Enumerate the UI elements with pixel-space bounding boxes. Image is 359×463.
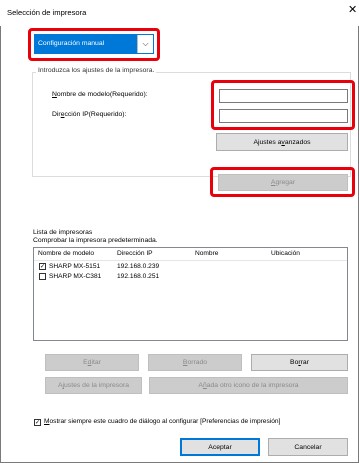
mode-select-value: Configuración manual <box>38 40 105 47</box>
ip-address-field[interactable] <box>219 109 348 123</box>
column-header-location[interactable]: Ubicación <box>271 250 300 257</box>
column-header-name[interactable]: Nombre <box>195 250 218 257</box>
row-ip: 192.168.0.239 <box>117 263 160 270</box>
settings-group-legend: Introduzca los ajustes de la impresora. <box>36 67 157 74</box>
advanced-settings-button[interactable]: Ajustes a v anzados <box>216 133 348 151</box>
row-model: SHARP MX-5151 <box>49 263 101 270</box>
row-checkbox[interactable]: ✓ <box>39 263 46 270</box>
always-show-label-rest: ostrar siempre este cuadro de diálogo al… <box>49 418 281 425</box>
close-icon[interactable]: ✕ <box>348 5 357 16</box>
row-model: SHARP MX-C381 <box>49 273 102 280</box>
printer-list-subtitle: Comprobar la impresora predeterminada. <box>33 237 158 244</box>
remove-button[interactable]: Bo r rar <box>251 354 348 371</box>
delete-button[interactable]: Borrado <box>148 354 242 371</box>
model-label-rest: ombre de modelo(Requerido): <box>56 91 148 98</box>
chevron-down-icon[interactable]: ⌵ <box>137 35 153 53</box>
column-header-ip[interactable]: Dirección IP <box>117 250 153 257</box>
model-name-label: Nombre de modelo(Requerido): <box>52 91 148 98</box>
remove-label-pre: Bo <box>290 359 299 366</box>
printer-settings-label-post: ustes de la impresora <box>64 382 130 389</box>
add-printer-icon-button[interactable]: Añ ada otro icono de la impresora <box>149 377 348 394</box>
add-label-rest: gregar <box>275 179 296 186</box>
printer-settings-button[interactable]: Aj ustes de la impresora <box>45 377 142 394</box>
accept-button[interactable]: Aceptar <box>180 438 260 456</box>
printer-list-title: Lista de impresoras <box>33 229 93 236</box>
row-ip: 192.168.0.251 <box>117 273 160 280</box>
delete-label-post: orrado <box>187 359 208 366</box>
column-header-model[interactable]: Nombre de modelo <box>38 250 94 257</box>
table-row[interactable]: ✓ SHARP MX-5151 192.168.0.239 <box>34 262 347 272</box>
advanced-label-pre: Ajustes a <box>253 138 282 146</box>
edit-button[interactable]: Ed itar <box>45 354 139 371</box>
window-title: Selección de impresora <box>7 8 87 17</box>
row-checkbox[interactable] <box>39 273 46 280</box>
advanced-label-post: anzados <box>284 138 311 146</box>
table-row[interactable]: SHARP MX-C381 192.168.0.251 <box>34 272 347 282</box>
cancel-button[interactable]: Cancelar <box>268 438 348 456</box>
remove-label-post: rar <box>300 359 309 366</box>
add-icon-label-post: ada otro icono de la impresora <box>206 382 299 389</box>
always-show-checkbox[interactable]: ✓ <box>34 419 41 426</box>
always-show-label[interactable]: Mostrar siempre este cuadro de diálogo a… <box>44 418 280 425</box>
add-button[interactable]: Agregar <box>218 174 348 191</box>
list-header-divider <box>34 260 347 261</box>
mode-select[interactable]: Configuración manual ⌵ <box>34 34 154 54</box>
ip-address-label: Dirección IP(Requerido): <box>52 111 126 118</box>
ip-label-post: cción IP(Requerido): <box>64 111 127 118</box>
model-name-field[interactable] <box>219 89 348 103</box>
ip-label-pre: Dir <box>52 111 61 118</box>
edit-label-post: itar <box>91 359 101 366</box>
